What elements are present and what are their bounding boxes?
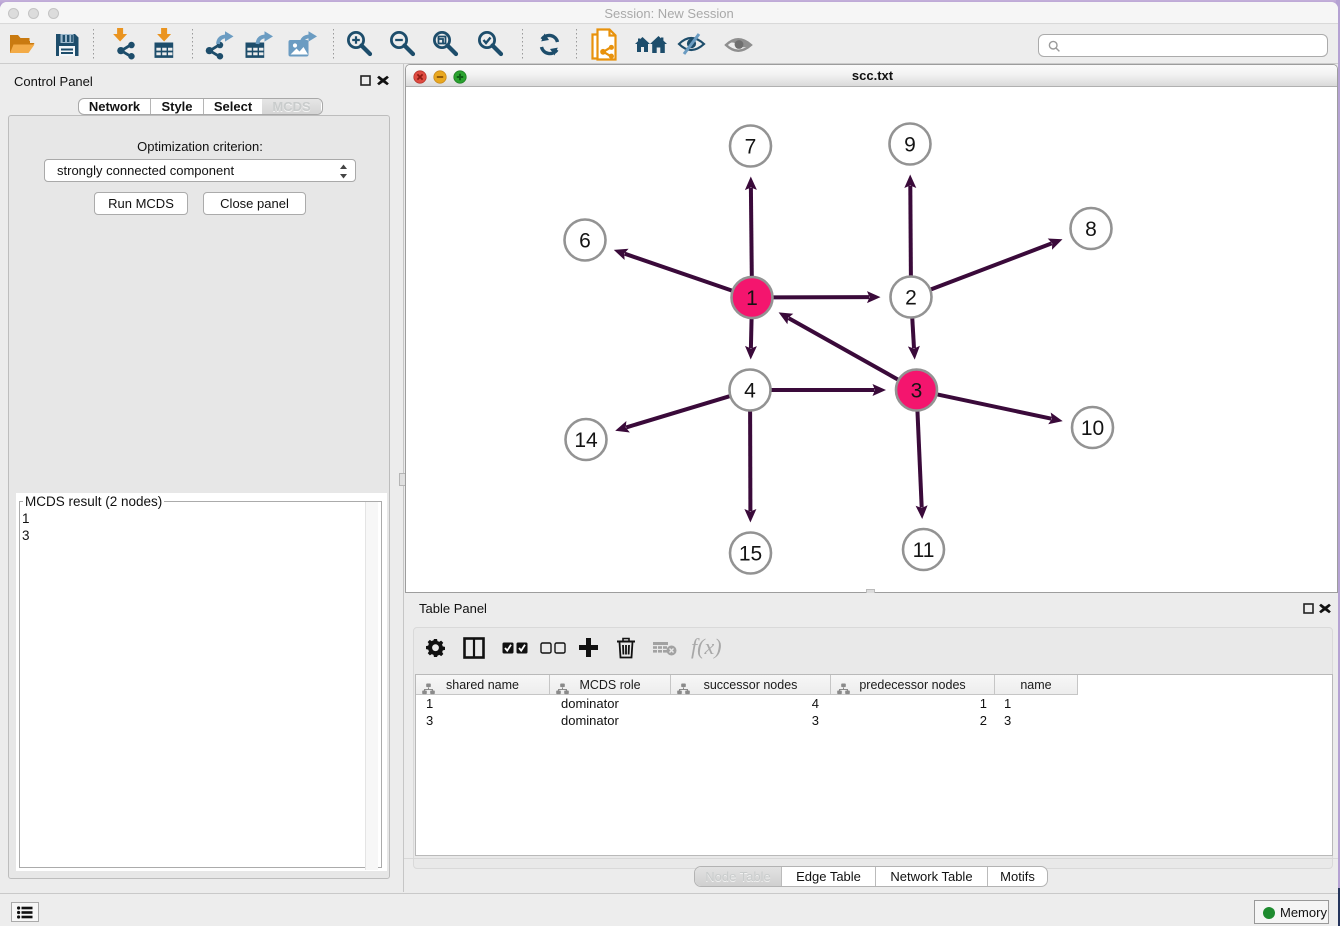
svg-text:14: 14 bbox=[574, 429, 598, 452]
svg-text:6: 6 bbox=[579, 229, 591, 252]
svg-text:7: 7 bbox=[745, 135, 757, 158]
svg-text:10: 10 bbox=[1081, 417, 1104, 440]
svg-text:4: 4 bbox=[744, 379, 756, 402]
svg-text:2: 2 bbox=[905, 286, 917, 309]
svg-text:15: 15 bbox=[739, 542, 762, 565]
svg-text:11: 11 bbox=[913, 539, 935, 562]
svg-text:9: 9 bbox=[904, 133, 916, 156]
svg-text:1: 1 bbox=[746, 287, 758, 310]
svg-text:8: 8 bbox=[1085, 218, 1097, 241]
svg-text:3: 3 bbox=[911, 379, 923, 402]
